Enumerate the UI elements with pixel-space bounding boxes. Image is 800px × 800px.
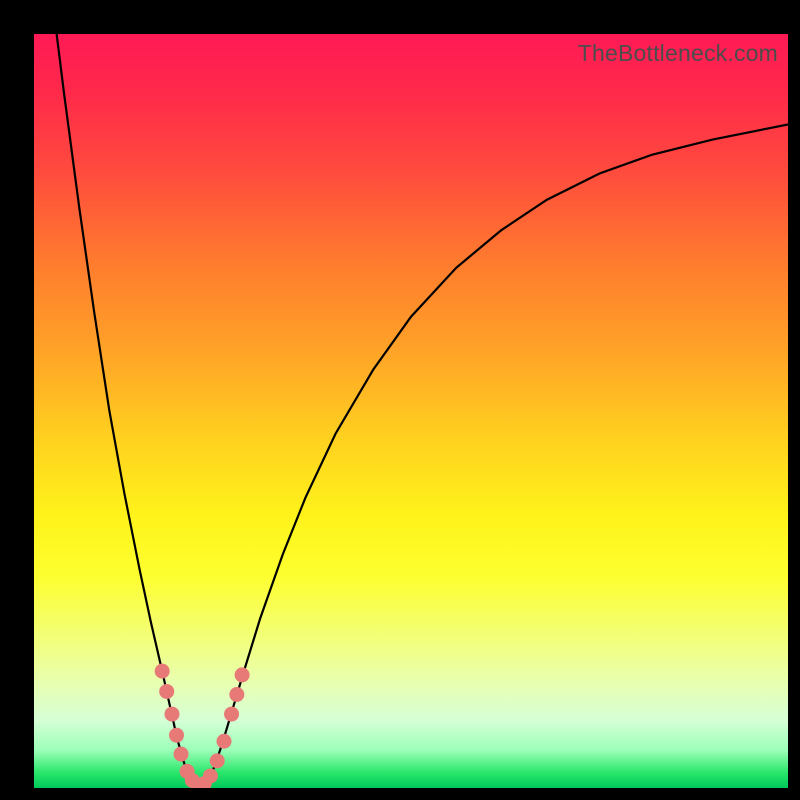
plot-area: TheBottleneck.com bbox=[34, 34, 788, 788]
marker-group bbox=[155, 664, 250, 788]
data-marker bbox=[210, 753, 225, 768]
data-marker bbox=[224, 707, 239, 722]
data-marker bbox=[169, 728, 184, 743]
data-marker bbox=[164, 707, 179, 722]
data-marker bbox=[217, 734, 232, 749]
data-marker bbox=[155, 664, 170, 679]
chart-svg bbox=[34, 34, 788, 788]
data-marker bbox=[159, 684, 174, 699]
data-marker bbox=[203, 768, 218, 783]
data-marker bbox=[229, 687, 244, 702]
watermark-text: TheBottleneck.com bbox=[578, 40, 778, 67]
data-marker bbox=[174, 747, 189, 762]
chart-frame: TheBottleneck.com bbox=[0, 0, 800, 800]
data-marker bbox=[235, 667, 250, 682]
